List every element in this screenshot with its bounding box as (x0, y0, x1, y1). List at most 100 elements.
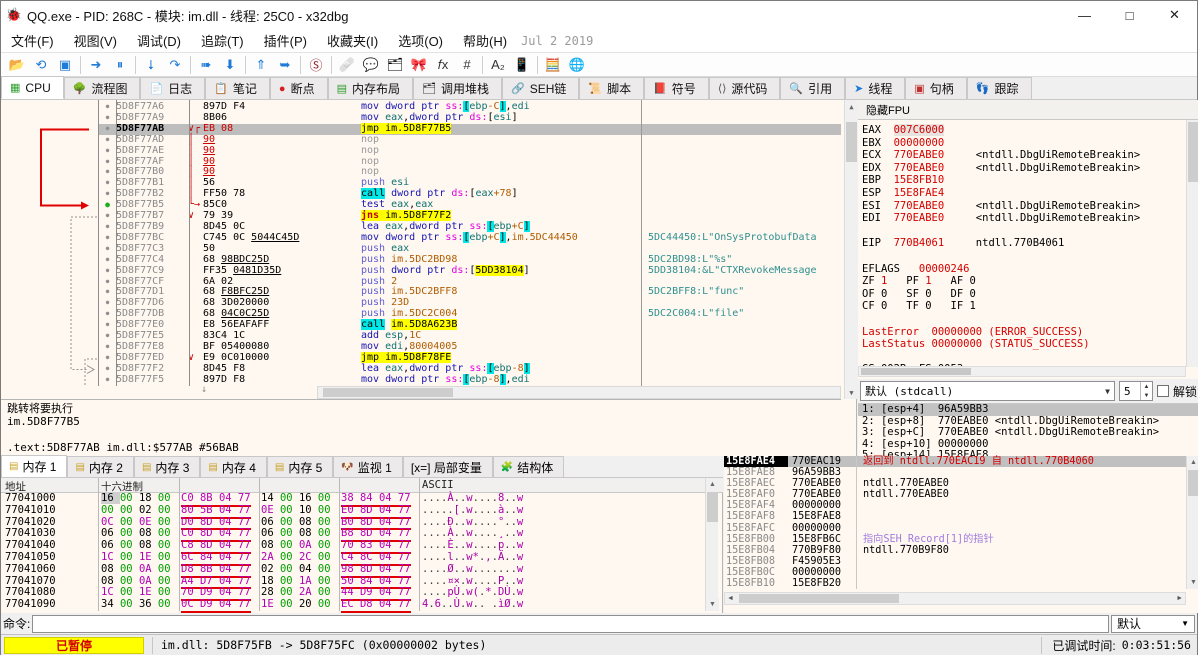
run-to-user-code-icon[interactable]: ➠ (194, 55, 218, 75)
tab-dump-2[interactable]: ▤ 内存 2 (67, 456, 134, 477)
vscroll-thumb[interactable] (1188, 122, 1198, 182)
scroll-down-icon[interactable]: ▼ (706, 598, 719, 611)
breakpoint-dot[interactable]: ● (99, 167, 116, 178)
menu-调试(D)[interactable]: 调试(D) (127, 28, 191, 53)
tab-source[interactable]: ⟨⟩ 源代码 (708, 77, 781, 99)
step-into-icon[interactable]: ⭣ (139, 55, 163, 75)
stack-row[interactable]: 15E8FAF8 15E8FAE8 (724, 511, 1186, 523)
stack-row[interactable]: 15E8FAEC 770EABE0 ntdll.770EABE0 (724, 478, 1186, 490)
breakpoint-dot[interactable]: ● (99, 157, 116, 168)
command-profile-select[interactable]: 默认 ▼ (1111, 614, 1195, 633)
stack-row[interactable]: 15E8FAFC 00000000 (724, 522, 1186, 534)
breakpoint-dot[interactable]: ● (99, 124, 116, 135)
breakpoint-dot[interactable]: ● (99, 200, 116, 211)
tab-dump-1[interactable]: ▤ 内存 1 (1, 455, 68, 477)
close-button[interactable]: ✕ (1152, 1, 1197, 29)
mnemonic-help-icon[interactable]: 🌐 (565, 55, 589, 75)
stack-row[interactable]: 15E8FB04 770B9F80 ntdll.770B9F80 (724, 544, 1186, 556)
tab-log[interactable]: 📄 日志 (140, 77, 206, 99)
bookmarks-icon[interactable]: 🎀 (407, 55, 431, 75)
disasm-row[interactable]: ● 5D8F77F5 897D F8 mov dword ptr ss:[ebp-8]… (99, 373, 841, 386)
breakpoint-dot[interactable]: ● (99, 189, 116, 200)
step-over-icon[interactable]: ↷ (163, 55, 187, 75)
stack-row[interactable]: 15E8FB10 15E8FB20 (724, 578, 1186, 590)
arg-count-stepper[interactable]: 5 ▲ ▼ (1118, 381, 1153, 401)
calculator-icon[interactable]: 🧮 (541, 55, 565, 75)
tab-call-stack[interactable]: 🗂 调用堆栈 (413, 77, 502, 99)
breakpoint-dot[interactable]: ● (99, 102, 116, 113)
stop-icon[interactable]: ▣ (53, 55, 77, 75)
breakpoint-dot[interactable]: ● (99, 244, 116, 255)
breakpoint-dot[interactable]: ● (99, 222, 116, 233)
open-file-icon[interactable]: 📂 (5, 55, 29, 75)
stack-row[interactable]: 15E8FAF0 770EABE0 ntdll.770EABE0 (724, 489, 1186, 501)
menu-选项(O)[interactable]: 选项(O) (388, 28, 453, 53)
pause-icon[interactable]: ⏸ (108, 55, 132, 75)
stack-row[interactable]: 15E8FAF4 00000000 (724, 500, 1186, 512)
breakpoint-dot[interactable]: ● (99, 211, 116, 222)
breakpoint-dot[interactable]: ● (99, 298, 116, 309)
spin-down-icon[interactable]: ▼ (1141, 391, 1152, 400)
stack-row[interactable]: 15E8FB0C 00000000 (724, 566, 1186, 579)
tab-memory-map[interactable]: ▤ 内存布局 (327, 77, 413, 99)
tab-script[interactable]: 📜 脚本 (579, 77, 645, 99)
step-out-icon[interactable]: ⬇ (218, 55, 242, 75)
vscroll-thumb[interactable] (1188, 470, 1198, 496)
command-input[interactable] (32, 614, 1109, 633)
disassembly-pane[interactable]: ● 5D8F77A6 897D F4 mov dword ptr ss:[ebp-C]… (1, 100, 858, 456)
hide-fpu-button[interactable]: 隐藏FPU (858, 101, 918, 119)
breakpoint-dot[interactable]: ● (99, 255, 116, 266)
unlock-checkbox[interactable] (1156, 385, 1169, 397)
tab-seh[interactable]: 🔗 SEH链 (501, 77, 580, 99)
stack-hscrollbar[interactable]: ◄ ► (724, 592, 1186, 605)
scroll-right-icon[interactable]: ► (1176, 595, 1183, 602)
stack-pane[interactable]: 15E8FAE4 770EAC19 返回到 ntdll.770EAC19 自 ntd… (724, 456, 1198, 613)
stack-vscrollbar[interactable]: ▲ ▼ (1186, 456, 1198, 589)
tab-dump-4[interactable]: ▤ 内存 4 (200, 456, 267, 477)
vscroll-thumb[interactable] (846, 122, 857, 162)
breakpoint-dot[interactable]: ● (99, 233, 116, 244)
disassembly-hscrollbar[interactable]: ↓ (1, 384, 841, 399)
tab-dump-3[interactable]: ▤ 内存 3 (133, 456, 201, 477)
scroll-up-icon[interactable]: ▲ (1187, 456, 1198, 469)
go-to-user-icon[interactable]: ➥ (273, 55, 297, 75)
tab-threads[interactable]: ➤ 线程 (845, 77, 906, 99)
scroll-up-icon[interactable]: ▲ (845, 100, 858, 113)
vscroll-thumb[interactable] (707, 492, 718, 522)
breakpoint-dot[interactable]: ● (99, 277, 116, 288)
breakpoint-dot[interactable]: ● (99, 309, 116, 320)
tab-watch-1[interactable]: 🐶 监视 1 (333, 456, 403, 477)
restart-icon[interactable]: ⟲ (29, 55, 53, 75)
registers-hscrollbar[interactable] (858, 366, 1186, 377)
tab-references[interactable]: 🔍 引用 (780, 77, 846, 99)
menu-追踪(T)[interactable]: 追踪(T) (191, 28, 254, 53)
registers-pane[interactable]: 隐藏FPU EAX 007C6000 EBX 00000000 ECX 770EAB… (858, 100, 1198, 461)
maximize-button[interactable]: □ (1107, 1, 1152, 29)
tab-trace[interactable]: 👣 跟踪 (966, 77, 1032, 99)
stack-row[interactable]: 15E8FB08 F45905E3 (724, 555, 1186, 567)
minimize-button[interactable]: — (1062, 1, 1107, 29)
stack-row[interactable]: 15E8FAE8 96A59BB3 (724, 467, 1186, 479)
comments-icon[interactable]: 💬 (359, 55, 383, 75)
menu-文件(F)[interactable]: 文件(F) (1, 28, 64, 53)
menu-帮助(H)[interactable]: 帮助(H) (453, 28, 517, 53)
dump-row[interactable]: 77041090 34 00 36 00 0C D9 04 77 1E 00 20 0… (1, 598, 705, 613)
argument-row[interactable]: 1: [esp+4] 96A59BB3 (858, 403, 1198, 416)
tab-struct[interactable]: 🧩 结构体 (492, 456, 565, 477)
tab-notes[interactable]: 📋 笔记 (205, 77, 270, 99)
tab-graph[interactable]: 🌳 流程图 (63, 77, 141, 99)
breakpoint-dot[interactable]: ● (99, 135, 116, 146)
patches-icon[interactable]: 🩹 (335, 55, 359, 75)
breakpoint-dot[interactable]: ● (99, 146, 116, 157)
tab-locals[interactable]: [x=] 局部变量 (402, 456, 493, 477)
breakpoint-dot[interactable]: ● (99, 266, 116, 277)
scroll-down-icon[interactable]: ▼ (1187, 576, 1198, 589)
breakpoint-dot[interactable]: ● (99, 342, 116, 353)
calling-convention-select[interactable]: 默认 (stdcall) ▼ (860, 381, 1115, 401)
breakpoint-dot[interactable]: ● (99, 178, 116, 189)
stack-row[interactable]: 15E8FAE4 770EAC19 返回到 ntdll.770EAC19 自 ntd… (724, 456, 1186, 468)
menu-收藏夹(I)[interactable]: 收藏夹(I) (317, 28, 388, 53)
hscroll-thumb[interactable] (861, 368, 971, 375)
spin-up-icon[interactable]: ▲ (1141, 382, 1152, 391)
labels-icon[interactable]: 🗂 (383, 55, 407, 75)
